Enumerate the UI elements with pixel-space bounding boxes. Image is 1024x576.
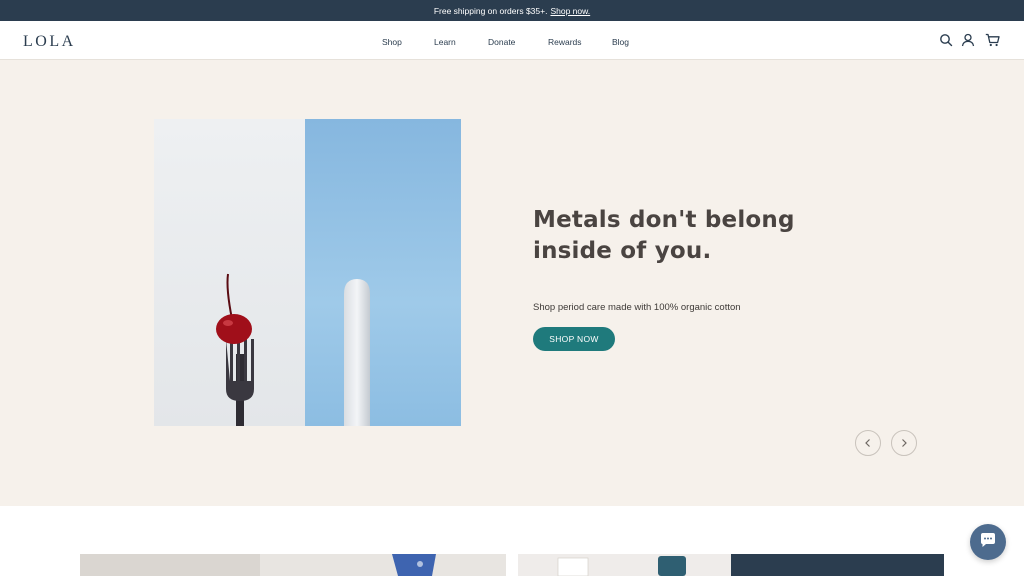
search-icon[interactable] xyxy=(939,33,953,47)
product-tile[interactable] xyxy=(80,554,506,576)
cart-icon[interactable] xyxy=(985,33,1000,47)
logo[interactable]: LOLA xyxy=(23,33,76,51)
hero-image xyxy=(154,119,461,426)
nav-blog[interactable]: Blog xyxy=(612,37,629,47)
chat-icon xyxy=(979,531,997,554)
announcement-text: Free shipping on orders $35+. xyxy=(433,5,548,16)
shop-now-button[interactable]: SHOP NOW xyxy=(533,327,615,351)
nav-learn[interactable]: Learn xyxy=(434,37,456,47)
product-tile[interactable] xyxy=(731,554,944,576)
site-header: LOLA Shop Learn Donate Rewards Blog xyxy=(0,21,1024,60)
main-nav: Shop Learn Donate Rewards Blog xyxy=(0,21,1024,60)
hero-subtitle: Shop period care made with 100% organic … xyxy=(533,302,741,313)
announcement-bar: Free shipping on orders $35+. Shop now. xyxy=(0,0,1024,21)
chat-button[interactable] xyxy=(970,524,1006,560)
product-tile[interactable] xyxy=(518,554,731,576)
nav-rewards[interactable]: Rewards xyxy=(548,37,582,47)
carousel-next-button[interactable] xyxy=(891,430,917,456)
carousel-prev-button[interactable] xyxy=(855,430,881,456)
chevron-left-icon xyxy=(863,436,873,451)
nav-donate[interactable]: Donate xyxy=(488,37,515,47)
hero-banner: Metals don't belong inside of you. Shop … xyxy=(0,60,1024,506)
product-section xyxy=(0,506,1024,576)
hero-title: Metals don't belong inside of you. xyxy=(533,207,795,264)
shop-now-link[interactable]: Shop now. xyxy=(550,6,590,16)
nav-shop[interactable]: Shop xyxy=(382,37,402,47)
account-icon[interactable] xyxy=(961,33,975,47)
chevron-right-icon xyxy=(899,436,909,451)
